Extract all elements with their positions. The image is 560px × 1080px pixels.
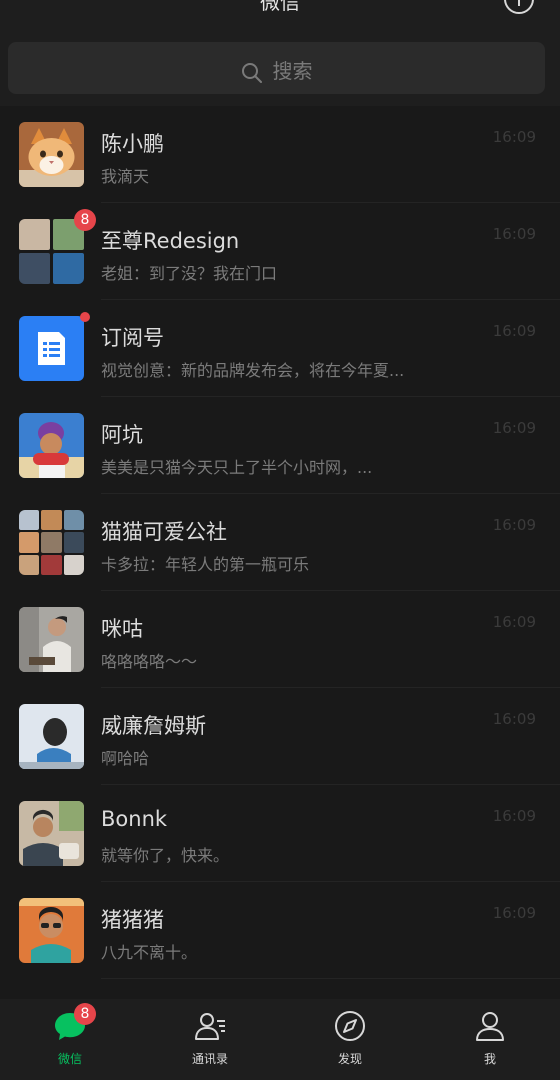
chat-item[interactable]: 陈小鹏 我滴天 16:09 [0,106,560,203]
chat-time: 16:09 [492,516,536,534]
page-title: 微信 [260,0,300,14]
search-placeholder: 搜索 [272,59,313,83]
chat-item[interactable]: 订阅号 视觉创意：新的品牌发布会，将在今年夏... 16:09 [0,300,560,397]
tab-discover[interactable]: 发现 [280,999,420,1080]
chat-item[interactable]: 8 至尊Redesign 老姐：到了没？我在门口 16:09 [0,203,560,300]
person-icon [476,1012,504,1041]
tab-wechat[interactable]: 8 微信 [0,999,140,1080]
chat-item[interactable]: 猪猪猪 八九不离十。 16:09 [0,882,560,979]
avatar [19,801,84,866]
chat-time: 16:09 [492,419,536,437]
chat-name: 订阅号 [101,326,164,350]
avatar [19,413,84,478]
unread-badge: 8 [74,209,96,231]
chat-name: 咪咕 [101,617,143,641]
chat-time: 16:09 [492,322,536,340]
chat-item[interactable]: 猫猫可爱公社 卡多拉：年轻人的第一瓶可乐 16:09 [0,494,560,591]
chat-preview: 美美是只猫今天只上了半个小时网，... [101,458,373,477]
search-input[interactable]: 搜索 [8,42,545,94]
tab-label: 通讯录 [191,1052,228,1066]
chat-preview: 咯咯咯咯～～ [101,652,198,671]
tab-label: 我 [483,1052,496,1066]
chat-item[interactable]: 咪咕 咯咯咯咯～～ 16:09 [0,591,560,688]
avatar [19,607,84,672]
avatar [19,898,84,963]
chat-time: 16:09 [492,807,536,825]
tab-contacts[interactable]: 通讯录 [140,999,280,1080]
chat-name: 陈小鹏 [101,132,164,156]
contacts-icon [195,1013,225,1040]
avatar [19,704,84,769]
chat-preview: 卡多拉：年轻人的第一瓶可乐 [101,555,310,574]
tab-me[interactable]: 我 [420,999,560,1080]
chat-preview: 啊哈哈 [101,749,150,768]
group-avatar [19,510,84,575]
chat-name: 猪猪猪 [101,908,164,932]
chat-item[interactable]: 阿坑 美美是只猫今天只上了半个小时网，... 16:09 [0,397,560,494]
chat-time: 16:09 [492,128,536,146]
chat-preview: 老姐：到了没？我在门口 [101,264,278,283]
divider [101,978,560,979]
chat-time: 16:09 [492,710,536,728]
chat-name: 阿坑 [101,423,143,447]
compass-icon [335,1011,365,1041]
tab-badge: 8 [74,1003,96,1025]
chat-name: 至尊Redesign [101,229,240,253]
unread-dot [80,312,90,322]
search-icon [241,62,262,83]
chat-time: 16:09 [492,904,536,922]
chat-time: 16:09 [492,613,536,631]
chat-preview: 视觉创意：新的品牌发布会，将在今年夏... [101,361,405,380]
chat-item[interactable]: 威廉詹姆斯 啊哈哈 16:09 [0,688,560,785]
nav-header: 微信 [0,0,560,28]
search-bar: 搜索 [0,28,560,106]
chat-name: 威廉詹姆斯 [101,714,206,738]
chat-name: 猫猫可爱公社 [101,520,227,544]
tab-bar: 8 微信 通讯录 发现 我 [0,999,560,1080]
chat-time: 16:09 [492,225,536,243]
chat-item[interactable]: Bonnk 就等你了，快来。 16:09 [0,785,560,882]
group-avatar [19,219,84,284]
tab-label: 发现 [337,1052,362,1066]
subscription-icon [19,316,84,381]
chat-list: 陈小鹏 我滴天 16:09 8 至尊Redesign 老姐：到了没？我在门口 1… [0,106,560,999]
avatar [19,122,84,187]
tab-label: 微信 [57,1052,82,1066]
chat-preview: 我滴天 [101,167,150,186]
chat-preview: 八九不离十。 [101,943,198,962]
chat-preview: 就等你了，快来。 [101,846,230,865]
chat-name: Bonnk [101,807,168,831]
